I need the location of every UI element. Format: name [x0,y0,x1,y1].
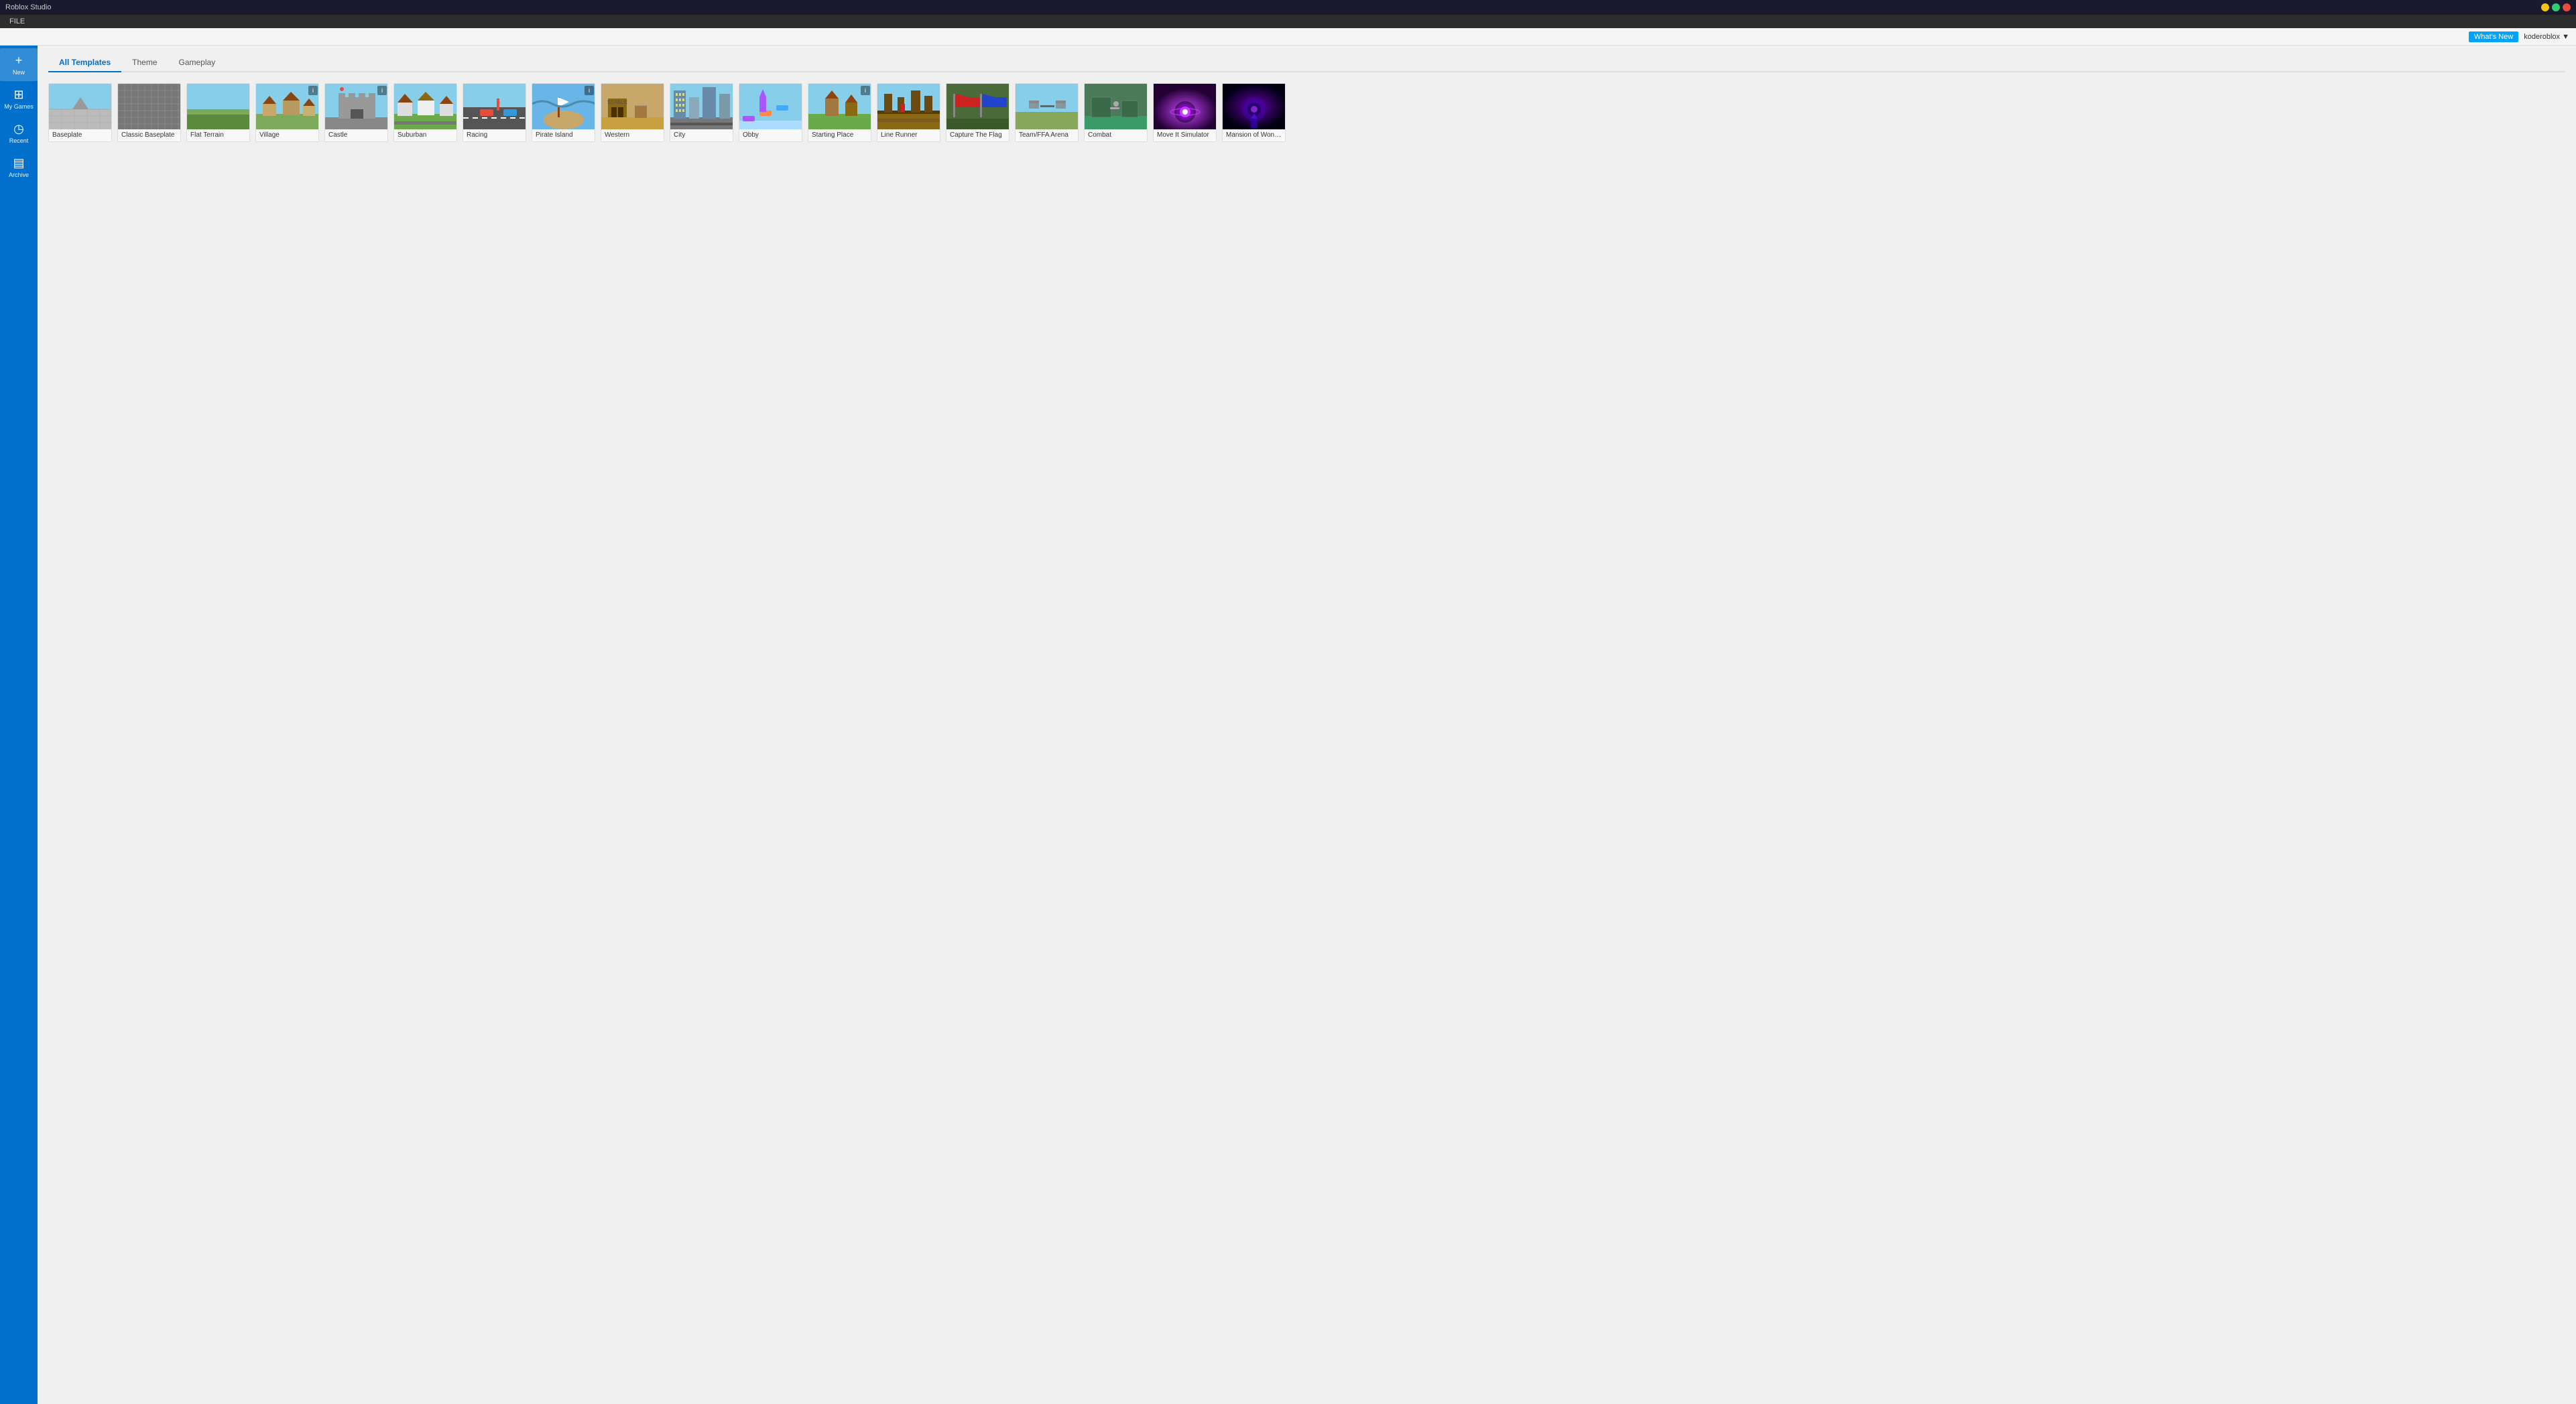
template-name-combat: Combat [1085,129,1147,141]
top-bar: What's New koderoblox ▼ [0,28,2576,46]
template-card-pirate-island[interactable]: i Pirate Island [532,83,595,142]
template-name-racing: Racing [463,129,526,141]
minimize-button[interactable] [2541,3,2549,11]
template-name-starting-place: Starting Place [808,129,871,141]
template-card-suburban[interactable]: Suburban [393,83,457,142]
template-name-move-it-simulator: Move It Simulator [1154,129,1216,141]
tab-gameplay[interactable]: Gameplay [168,54,227,72]
tab-all-templates[interactable]: All Templates [48,54,121,72]
tab-theme[interactable]: Theme [121,54,168,72]
template-card-village[interactable]: i Village [255,83,319,142]
svg-text:STABLE: STABLE [607,99,627,105]
plus-icon: + [15,54,23,68]
info-icon[interactable]: i [377,86,387,95]
info-icon[interactable]: i [861,86,870,95]
title-bar-controls [2541,3,2571,11]
sidebar: + New ⊞ My Games ◷ Recent ▤ Archive [0,46,38,1404]
sidebar-item-my-games[interactable]: ⊞ My Games [0,82,38,115]
template-thumb-team-ffa-arena [1016,84,1079,129]
title-bar-title: Roblox Studio [5,3,2537,11]
content-area: All Templates Theme Gameplay Baseplate [38,46,2576,1404]
template-card-move-it-simulator[interactable]: Move It Simulator [1153,83,1217,142]
template-thumb-castle: i [325,84,388,129]
template-thumb-pirate-island: i [532,84,595,129]
template-thumb-western: STABLE [601,84,664,129]
template-thumb-move-it-simulator [1154,84,1217,129]
info-icon[interactable]: i [585,86,594,95]
template-card-combat[interactable]: Combat [1084,83,1148,142]
template-thumb-starting-place: i [808,84,871,129]
template-card-western[interactable]: STABLE Western [601,83,664,142]
info-icon[interactable]: i [308,86,318,95]
username-display[interactable]: koderoblox ▼ [2524,33,2569,41]
menu-bar: FILE [0,15,2576,28]
tabs-container: All Templates Theme Gameplay [48,54,2565,72]
template-name-baseplate: Baseplate [49,129,111,141]
template-thumb-flat-terrain [187,84,250,129]
sidebar-item-archive[interactable]: ▤ Archive [0,151,38,184]
template-name-castle: Castle [325,129,387,141]
template-name-flat-terrain: Flat Terrain [187,129,249,141]
template-name-city: City [670,129,733,141]
template-card-mansion-of-wonder[interactable]: Mansion of Wonder [1222,83,1286,142]
template-card-team-ffa-arena[interactable]: Team/FFA Arena [1015,83,1079,142]
title-bar: Roblox Studio [0,0,2576,15]
template-card-castle[interactable]: i Castle [324,83,388,142]
maximize-button[interactable] [2552,3,2560,11]
main-layout: + New ⊞ My Games ◷ Recent ▤ Archive All … [0,46,2576,1404]
sidebar-item-my-games-label: My Games [4,103,34,110]
sidebar-item-recent-label: Recent [9,137,29,144]
whats-new-button[interactable]: What's New [2469,31,2518,42]
template-thumb-combat [1085,84,1148,129]
template-thumb-baseplate [49,84,112,129]
games-icon: ⊞ [13,88,23,102]
template-card-flat-terrain[interactable]: Flat Terrain [186,83,250,142]
template-card-obby[interactable]: Obby [739,83,802,142]
template-thumb-obby [739,84,802,129]
template-thumb-village: i [256,84,319,129]
template-name-line-runner: Line Runner [877,129,940,141]
archive-icon: ▤ [13,156,24,170]
template-thumb-racing [463,84,526,129]
sidebar-item-recent[interactable]: ◷ Recent [0,117,38,149]
template-thumb-mansion-of-wonder [1223,84,1286,129]
sidebar-item-archive-label: Archive [9,172,29,178]
template-thumb-line-runner [877,84,940,129]
template-name-obby: Obby [739,129,802,141]
template-card-starting-place[interactable]: i Starting Place [808,83,871,142]
sidebar-item-new[interactable]: + New [0,48,38,81]
template-thumb-city [670,84,733,129]
template-card-baseplate[interactable]: Baseplate [48,83,112,142]
template-card-line-runner[interactable]: Line Runner [877,83,940,142]
templates-grid: Baseplate Classic Baseplate Flat Terrain… [48,83,2565,142]
template-name-capture-the-flag: Capture The Flag [946,129,1009,141]
template-name-team-ffa-arena: Team/FFA Arena [1016,129,1078,141]
sidebar-item-new-label: New [13,69,25,76]
recent-icon: ◷ [13,122,24,136]
template-name-classic-baseplate: Classic Baseplate [118,129,180,141]
template-name-western: Western [601,129,664,141]
template-name-suburban: Suburban [394,129,456,141]
template-name-village: Village [256,129,318,141]
menu-file[interactable]: FILE [5,17,29,25]
template-name-pirate-island: Pirate Island [532,129,595,141]
template-card-classic-baseplate[interactable]: Classic Baseplate [117,83,181,142]
template-thumb-capture-the-flag [946,84,1009,129]
template-thumb-classic-baseplate [118,84,181,129]
template-card-racing[interactable]: Racing [463,83,526,142]
template-card-city[interactable]: City [670,83,733,142]
close-button[interactable] [2563,3,2571,11]
template-thumb-suburban [394,84,457,129]
template-card-capture-the-flag[interactable]: Capture The Flag [946,83,1009,142]
template-name-mansion-of-wonder: Mansion of Wonder [1223,129,1285,141]
